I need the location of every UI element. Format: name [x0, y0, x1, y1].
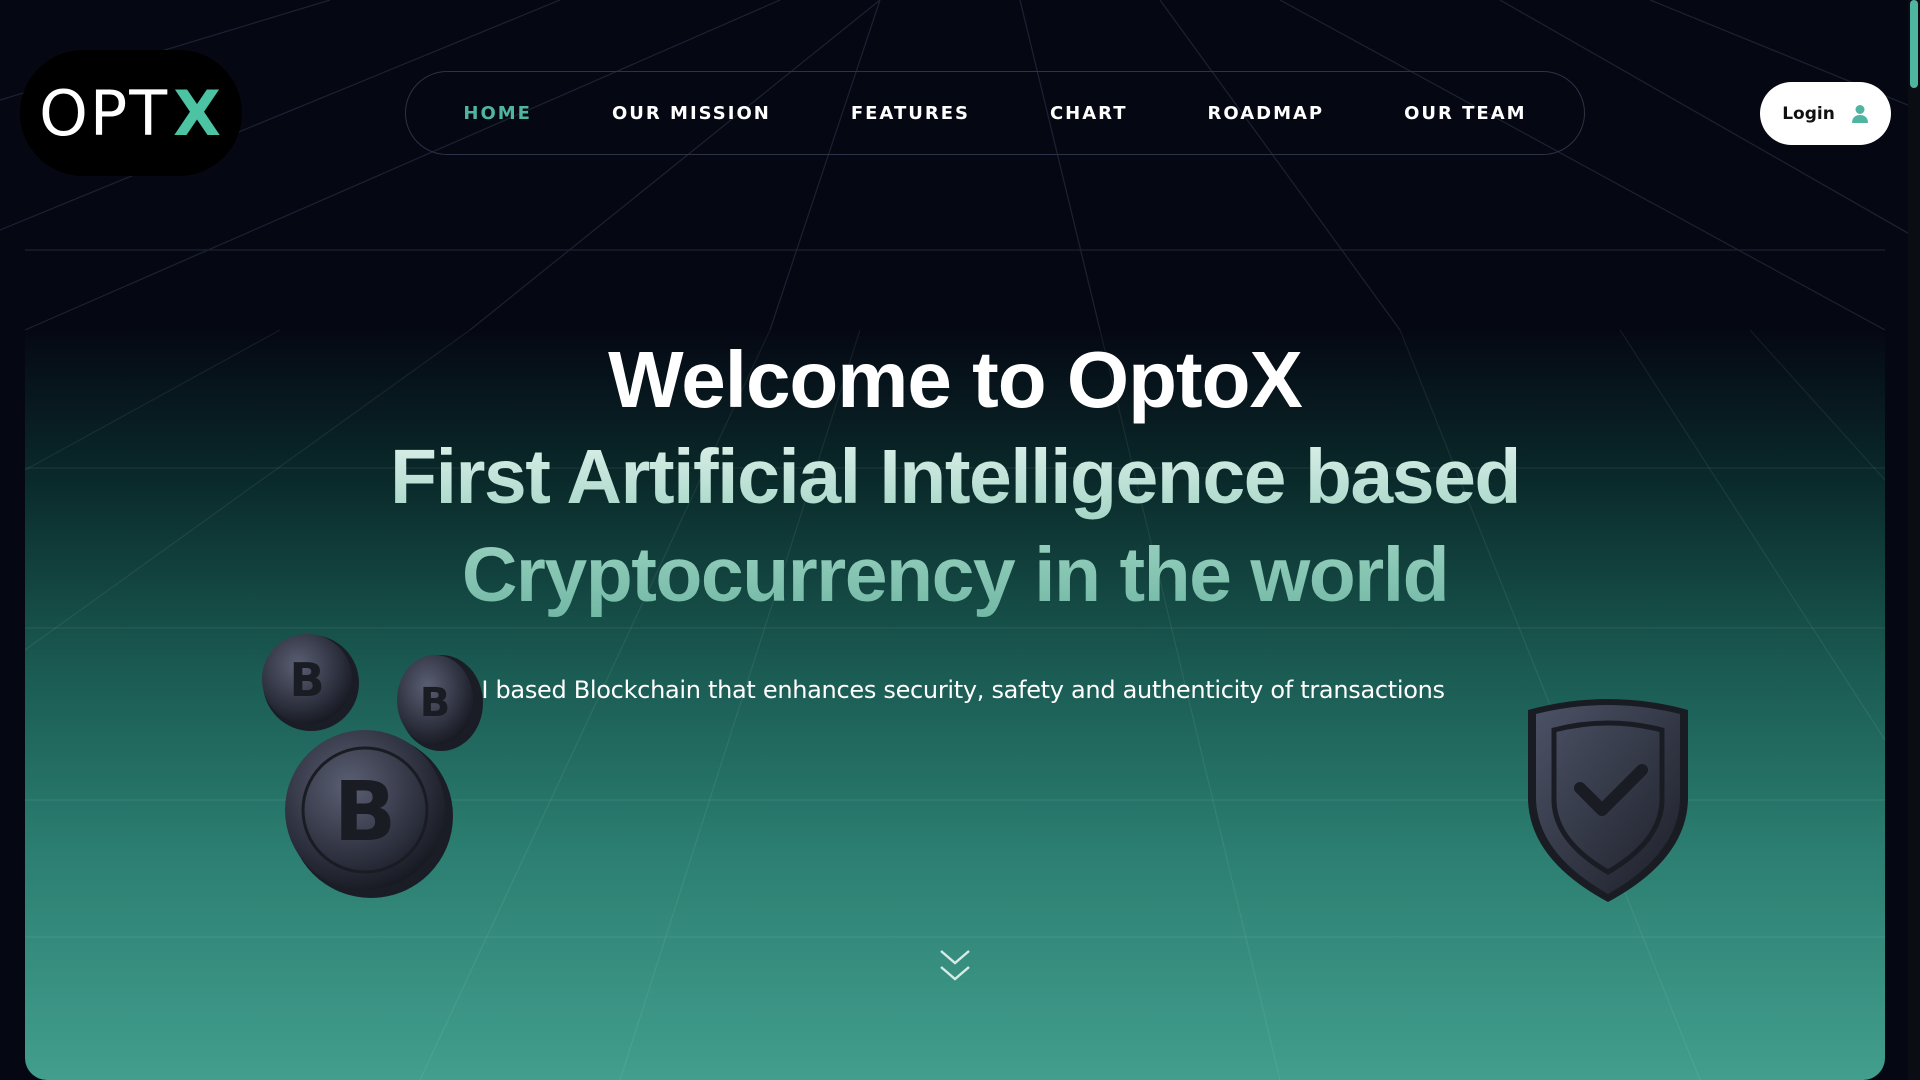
shield-check-icon [1528, 699, 1688, 902]
chevron-double-down-icon[interactable] [937, 945, 973, 985]
logo[interactable]: OPT X [20, 50, 242, 176]
user-icon [1851, 104, 1868, 123]
nav-item-chart[interactable]: CHART [1010, 103, 1168, 124]
scrollbar-thumb[interactable] [1910, 0, 1918, 88]
nav-item-features[interactable]: FEATURES [811, 103, 1010, 124]
hero-subtitle: First Artificial Intelligence based Cryp… [360, 428, 1550, 624]
nav-item-our-team[interactable]: OUR TEAM [1364, 103, 1566, 124]
nav-item-home[interactable]: HOME [423, 103, 572, 124]
login-label: Login [1782, 103, 1835, 124]
logo-x-mark: X [173, 76, 223, 150]
page-scrollbar[interactable] [1908, 0, 1920, 1080]
logo-wordmark: OPT X [39, 77, 223, 150]
main-nav: HOME OUR MISSION FEATURES CHART ROADMAP … [405, 71, 1585, 155]
svg-text:B: B [289, 653, 324, 707]
svg-text:B: B [334, 765, 397, 860]
hero-subtitle-line-2: Cryptocurrency in the world [461, 532, 1449, 618]
nav-item-roadmap[interactable]: ROADMAP [1168, 103, 1365, 124]
hero-title: Welcome to OptoX [608, 335, 1303, 424]
login-button[interactable]: Login [1760, 82, 1891, 145]
nav-item-our-mission[interactable]: OUR MISSION [572, 103, 811, 124]
logo-text: OPT [39, 76, 170, 150]
hero-subtitle-line-1: First Artificial Intelligence based [390, 434, 1520, 520]
svg-text:B: B [420, 680, 451, 726]
bitcoin-coins-icon: B B B [262, 634, 483, 898]
